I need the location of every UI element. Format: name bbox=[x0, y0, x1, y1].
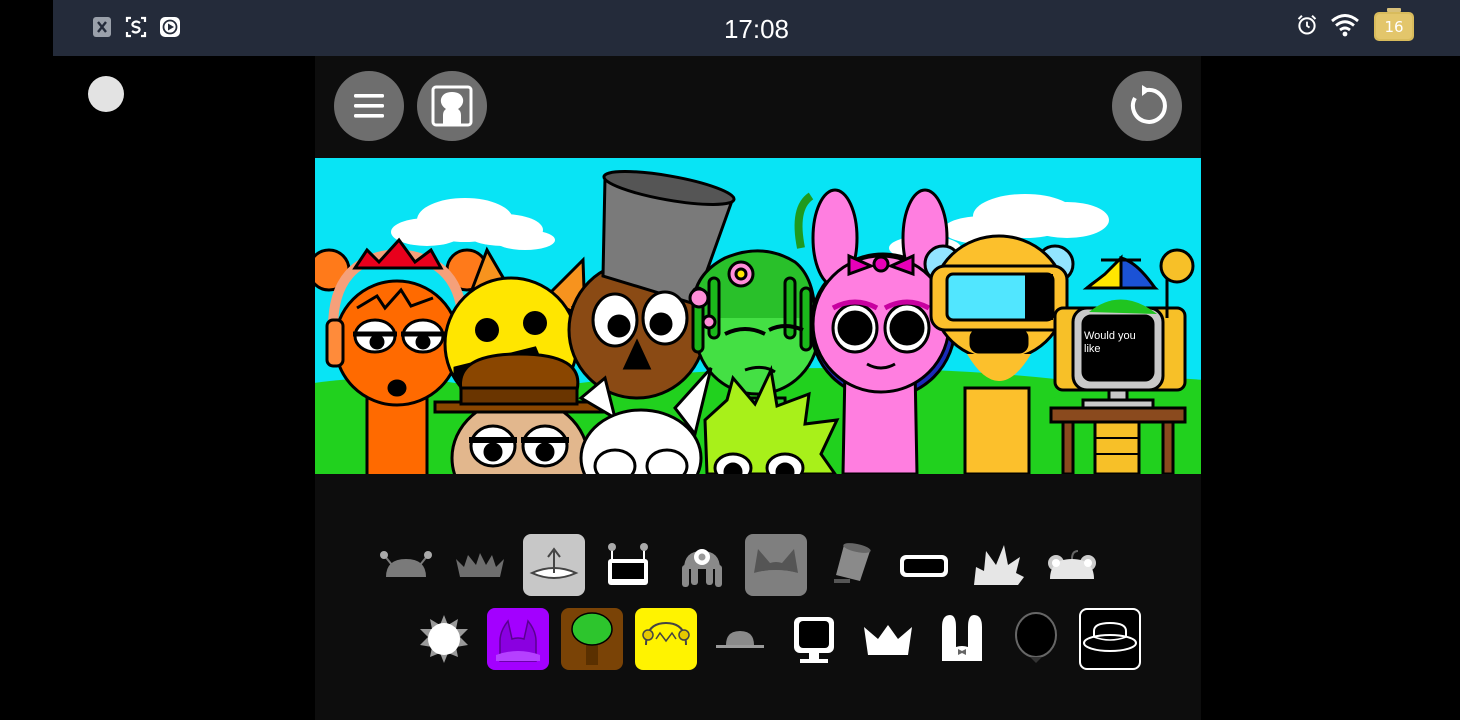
slot-cap[interactable] bbox=[709, 608, 771, 670]
floating-assistive-button[interactable] bbox=[88, 76, 124, 112]
bear-ears-icon bbox=[1048, 550, 1096, 579]
slot-antenna-helmet[interactable] bbox=[375, 534, 437, 596]
battery-level: 16 bbox=[1384, 18, 1404, 36]
headphones-icon bbox=[642, 621, 690, 646]
menu-button[interactable] bbox=[334, 71, 404, 141]
bunny-ears-icon bbox=[942, 615, 982, 661]
slot-bear-ears[interactable] bbox=[1041, 534, 1103, 596]
slot-monitor[interactable] bbox=[783, 608, 845, 670]
slot-tree[interactable] bbox=[561, 608, 623, 670]
status-time: 17:08 bbox=[723, 14, 790, 44]
visor-icon bbox=[900, 555, 948, 577]
slot-bucket[interactable] bbox=[819, 534, 881, 596]
slot-visor[interactable] bbox=[893, 534, 955, 596]
avatar-button[interactable] bbox=[417, 71, 487, 141]
reset-icon bbox=[1131, 85, 1167, 124]
bowler-hat-icon bbox=[1083, 621, 1137, 652]
tree-icon bbox=[571, 612, 613, 665]
slot-horns[interactable] bbox=[487, 608, 549, 670]
monitor-icon bbox=[794, 617, 834, 663]
battery-icon: 16 bbox=[1372, 8, 1416, 42]
slot-leaf-spikes[interactable] bbox=[967, 534, 1029, 596]
leaf-spikes-icon bbox=[974, 545, 1024, 585]
slot-crown[interactable] bbox=[857, 608, 919, 670]
balloon-icon bbox=[1015, 612, 1057, 663]
slot-headphones[interactable] bbox=[635, 608, 697, 670]
sun-icon bbox=[420, 615, 468, 663]
crown-icon bbox=[864, 625, 912, 655]
slot-bowler-hat[interactable] bbox=[1079, 608, 1141, 670]
slot-spiky-crown[interactable] bbox=[449, 534, 511, 596]
cat-ears-icon bbox=[754, 549, 798, 587]
antenna-helmet-icon bbox=[380, 551, 432, 577]
slot-propeller-cap[interactable] bbox=[523, 534, 585, 596]
slot-sun[interactable] bbox=[413, 608, 475, 670]
horns-icon bbox=[496, 619, 540, 662]
reset-button[interactable] bbox=[1112, 71, 1182, 141]
slot-flower-dreads[interactable] bbox=[671, 534, 733, 596]
slot-tv-antenna[interactable] bbox=[597, 534, 659, 596]
avatar-icon bbox=[431, 85, 473, 127]
cap-icon bbox=[716, 631, 764, 648]
flower-dreads-icon bbox=[682, 549, 722, 587]
bucket-icon bbox=[834, 543, 871, 583]
slot-cat-ears[interactable] bbox=[745, 534, 807, 596]
slot-balloon[interactable] bbox=[1005, 608, 1067, 670]
status-bar: 17:08 16 bbox=[53, 0, 1460, 56]
spiky-crown-icon bbox=[456, 553, 504, 577]
system-icons: 16 bbox=[1296, 8, 1416, 42]
accessory-tray bbox=[315, 534, 1201, 674]
menu-icon bbox=[354, 94, 384, 118]
wifi-icon bbox=[1330, 14, 1360, 37]
tv-antenna-icon bbox=[608, 543, 648, 585]
game-screen: Would you like bbox=[315, 56, 1201, 720]
character-stage[interactable]: Would you like bbox=[315, 158, 1201, 474]
slot-bunny-ears[interactable] bbox=[931, 608, 993, 670]
propeller-cap-icon bbox=[529, 547, 579, 579]
alarm-icon bbox=[1296, 14, 1318, 36]
